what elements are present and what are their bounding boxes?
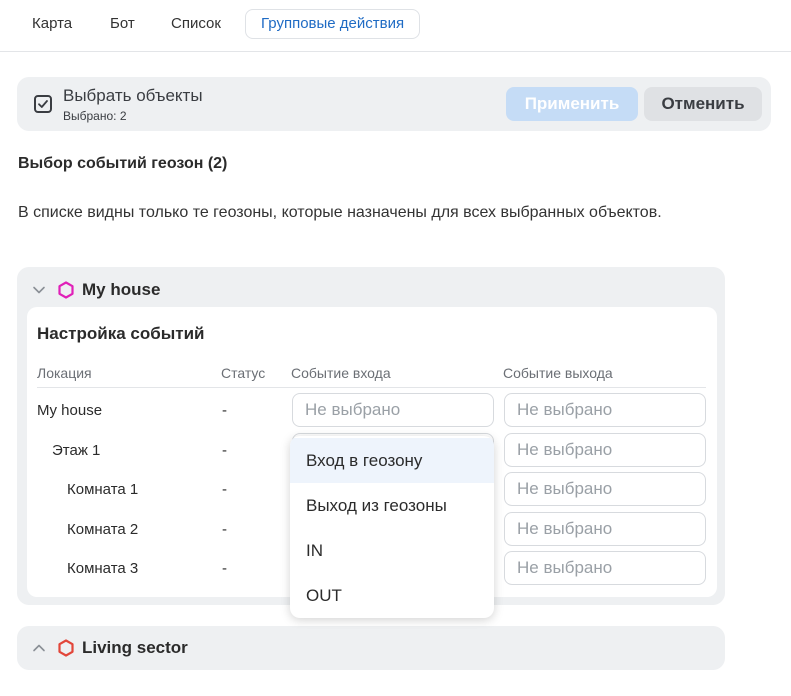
location-cell: Комната 1 [67,481,139,498]
cancel-button[interactable]: Отменить [644,87,762,121]
status-cell: - [222,560,227,577]
column-header-status: Статус [221,365,266,381]
select-objects-title[interactable]: Выбрать объекты [63,86,203,106]
table-row: My house - Не выбрано Не выбрано [27,393,717,429]
dropdown-option[interactable]: Вход в геозону [290,438,494,483]
status-cell: - [222,442,227,459]
status-cell: - [222,521,227,538]
exit-event-select[interactable]: Не выбрано [504,472,706,506]
column-header-exit-event: Событие выхода [503,365,613,381]
enter-event-dropdown: Вход в геозону Выход из геозоны IN OUT [290,436,494,618]
status-cell: - [222,481,227,498]
dropdown-option[interactable]: Выход из геозоны [290,483,494,528]
location-cell: Комната 3 [67,560,139,577]
selected-count: Выбрано: 2 [63,109,127,123]
tab-list[interactable]: Список [156,9,236,39]
info-text: В списке видны только те геозоны, которы… [18,204,662,221]
checkbox-icon[interactable] [34,95,52,113]
hexagon-geozone-icon [57,281,75,299]
geozone-name[interactable]: Living sector [82,638,188,658]
dropdown-option[interactable]: IN [290,528,494,573]
location-cell: Этаж 1 [52,442,101,459]
hexagon-geozone-icon [57,639,75,657]
column-header-enter-event: Событие входа [291,365,391,381]
select-objects-panel: Выбрать объекты Выбрано: 2 Применить Отм… [17,77,771,131]
status-cell: - [222,402,227,419]
tab-map[interactable]: Карта [17,9,87,39]
location-cell: Комната 2 [67,521,139,538]
tab-group-actions[interactable]: Групповые действия [245,9,421,39]
enter-event-select[interactable]: Не выбрано [292,393,494,427]
tab-bot[interactable]: Бот [95,9,150,39]
exit-event-select[interactable]: Не выбрано [504,433,706,467]
chevron-up-icon[interactable] [32,641,46,655]
column-header-location: Локация [37,365,92,381]
dropdown-option[interactable]: OUT [290,573,494,618]
location-cell: My house [37,402,103,419]
exit-event-select[interactable]: Не выбрано [504,551,706,585]
header-divider [37,387,706,388]
chevron-down-icon[interactable] [32,283,46,297]
apply-button[interactable]: Применить [506,87,638,121]
geozone-group: Living sector [17,626,725,670]
top-tabs: Карта Бот Список Групповые действия [0,0,791,52]
events-settings-title: Настройка событий [37,324,205,343]
geozone-name[interactable]: My house [82,280,160,300]
exit-event-select[interactable]: Не выбрано [504,512,706,546]
section-title: Выбор событий геозон (2) [18,155,228,172]
exit-event-select[interactable]: Не выбрано [504,393,706,427]
